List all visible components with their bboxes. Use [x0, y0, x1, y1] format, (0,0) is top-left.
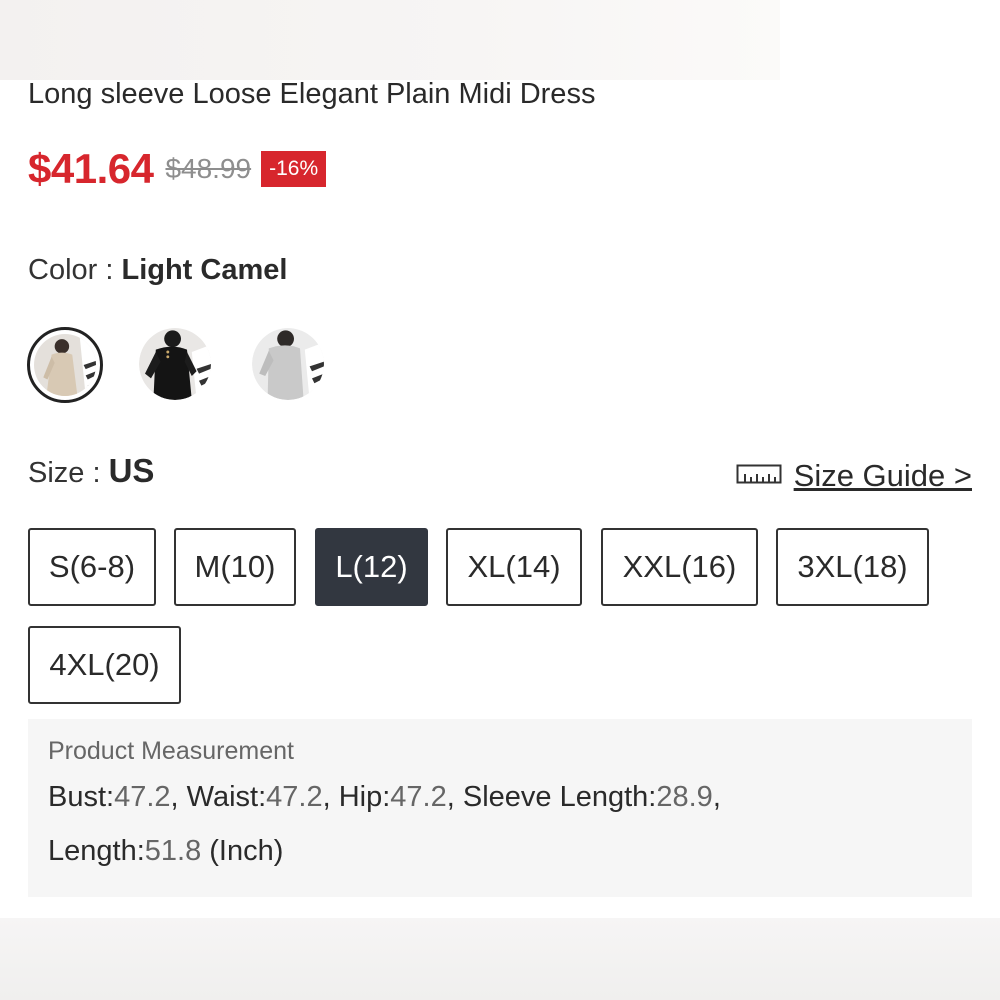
measurement-line-2: Length:51.8 (Inch): [48, 835, 283, 868]
waist-value: 47.2: [266, 781, 323, 813]
size-option-xxl[interactable]: XXL(16): [601, 528, 758, 606]
sleeve-value: 28.9: [656, 781, 713, 813]
size-option-4xl[interactable]: 4XL(20): [28, 626, 181, 704]
color-swatch-black[interactable]: [139, 328, 211, 400]
size-option-3xl[interactable]: 3XL(18): [776, 528, 929, 606]
price-row: $41.64 $48.99 -16%: [28, 143, 327, 195]
size-option-l[interactable]: L(12): [315, 528, 428, 606]
color-label-text: Color :: [28, 254, 122, 286]
ruler-icon: [736, 458, 782, 494]
top-image-strip: [0, 0, 780, 80]
size-label: Size : US: [28, 452, 154, 490]
selected-color-name: Light Camel: [121, 254, 288, 286]
size-option-m[interactable]: M(10): [174, 528, 296, 606]
bottom-image-strip: [0, 918, 1000, 1000]
product-title: Long sleeve Loose Elegant Plain Midi Dre…: [28, 78, 596, 110]
bust-label: Bust:: [48, 781, 115, 813]
sale-price: $41.64: [28, 145, 154, 192]
color-swatch-light-camel[interactable]: [27, 327, 103, 403]
measurement-title: Product Measurement: [48, 737, 294, 765]
length-label: Length:: [48, 835, 145, 867]
hip-label: , Hip:: [322, 781, 391, 813]
color-swatch-light-grey[interactable]: [252, 328, 324, 400]
discount-badge: -16%: [261, 151, 327, 187]
light-camel-dress-thumbnail: [34, 334, 96, 396]
size-option-s[interactable]: S(6-8): [28, 528, 156, 606]
length-value: 51.8: [144, 835, 202, 867]
bust-value: 47.2: [114, 781, 171, 813]
size-label-text: Size :: [28, 457, 109, 489]
black-dress-thumbnail: [139, 328, 211, 400]
original-price: $48.99: [165, 153, 252, 184]
unit-label: (Inch): [201, 835, 284, 867]
color-label: Color : Light Camel: [28, 254, 287, 287]
sleeve-tail: ,: [712, 781, 721, 813]
sleeve-label: , Sleeve Length:: [446, 781, 657, 813]
product-measurement-panel: Product Measurement Bust:47.2, Waist:47.…: [28, 719, 972, 897]
hip-value: 47.2: [390, 781, 447, 813]
size-guide-link[interactable]: Size Guide >: [736, 458, 972, 494]
light-grey-dress-thumbnail: [252, 328, 324, 400]
size-system: US: [108, 452, 155, 489]
waist-label: , Waist:: [170, 781, 267, 813]
size-guide-label: Size Guide >: [793, 458, 972, 493]
size-option-xl[interactable]: XL(14): [446, 528, 582, 606]
measurement-line-1: Bust:47.2, Waist:47.2, Hip:47.2, Sleeve …: [48, 781, 721, 814]
